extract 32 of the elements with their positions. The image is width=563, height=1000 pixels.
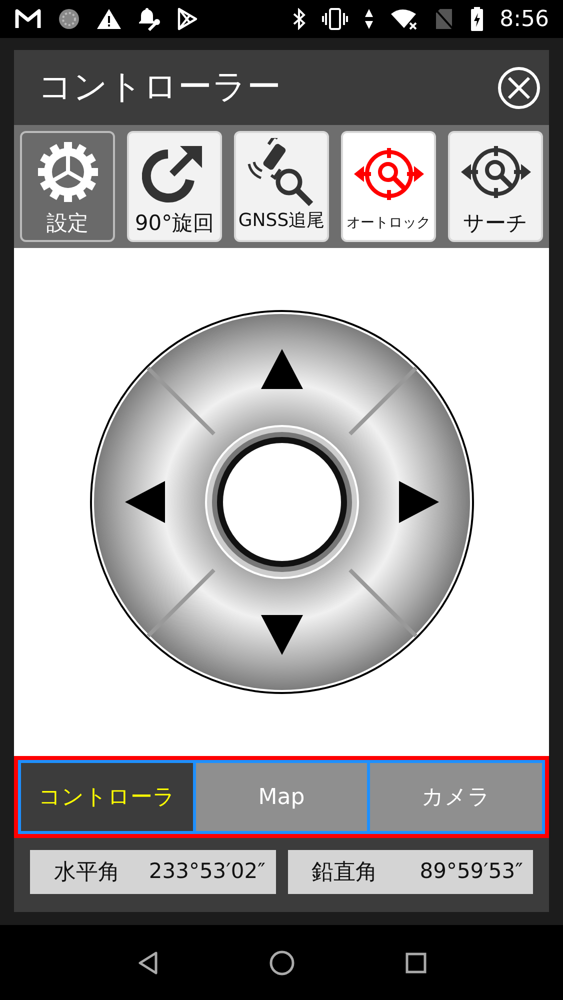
data-arrows-icon [364,8,374,30]
left-arrow-button[interactable] [124,481,164,523]
no-sim-icon [434,8,454,30]
toolbar-button[interactable]: 90°旋回 [127,131,222,242]
toolbar-button[interactable]: サーチ [448,131,543,242]
loading-icon [58,8,80,30]
back-icon[interactable] [136,950,158,974]
play-store-icon [176,7,198,31]
wifi-off-icon [390,8,418,30]
dialog-title: コントローラー [38,66,281,109]
toolbar-button[interactable]: GNSS追尾 [234,131,329,242]
battery-icon [470,7,484,31]
center-button[interactable] [216,437,346,567]
reading-label: 鉛直角 [312,858,378,886]
home-icon[interactable] [268,950,294,976]
tab[interactable]: コントローラ [21,763,193,831]
reading-label: 水平角 [54,858,120,886]
down-arrow-button[interactable] [260,615,302,655]
toolbar-button[interactable]: 設定 [20,131,115,242]
clock: 8:56 [500,6,549,34]
recents-icon[interactable] [404,952,426,974]
reading-value: 89°59′53″ [420,858,523,886]
mail-icon [14,8,42,30]
vibrate-icon [322,8,348,30]
reading-value: 233°53′02″ [148,858,266,886]
right-arrow-button[interactable] [398,481,438,523]
bell-wrench-icon [138,7,160,31]
close-button[interactable] [497,66,541,110]
up-arrow-button[interactable] [260,349,302,389]
warning-icon [96,8,122,30]
bluetooth-icon [292,8,306,30]
toolbar-button[interactable]: オートロック [341,131,436,242]
